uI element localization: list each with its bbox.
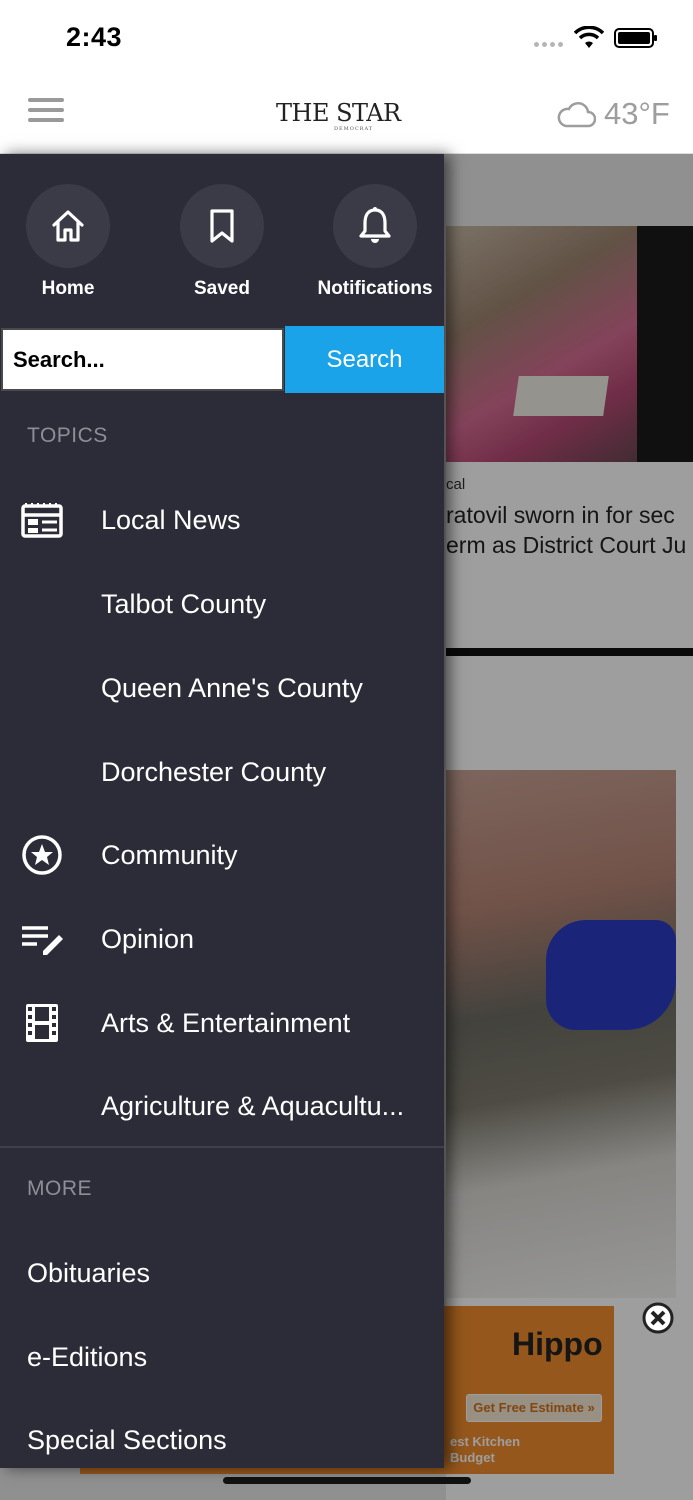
topic-agriculture-aquaculture[interactable]: Agriculture & Aquacultu... — [0, 1064, 444, 1148]
home-indicator[interactable] — [223, 1477, 471, 1484]
logo-subtitle: DEMOCRAT — [334, 126, 374, 132]
notifications-button[interactable]: Notifications — [305, 184, 444, 300]
more-heading: MORE — [27, 1177, 92, 1200]
weather-temp: 43°F — [604, 96, 670, 131]
more-obituaries[interactable]: Obituaries — [0, 1231, 444, 1315]
topic-label: Local News — [101, 504, 241, 535]
ad-close-icon[interactable] — [642, 1302, 674, 1334]
topic-dorchester-county[interactable]: Dorchester County — [0, 730, 444, 814]
more-label: Special Sections — [27, 1424, 227, 1455]
weather-widget[interactable]: 43°F — [556, 96, 670, 132]
navigation-drawer: Home Saved Notifications Search T — [0, 154, 444, 1468]
topic-opinion[interactable]: Opinion — [0, 897, 444, 981]
bookmark-icon — [210, 209, 234, 243]
logo-text: THE STAR — [276, 99, 401, 127]
more-label: Obituaries — [27, 1257, 151, 1288]
topic-arts-entertainment[interactable]: Arts & Entertainment — [0, 981, 444, 1065]
saved-label: Saved — [194, 278, 250, 299]
status-time: 2:43 — [66, 22, 123, 52]
topic-label: Talbot County — [101, 588, 267, 619]
hamburger-menu-icon[interactable] — [28, 98, 64, 124]
more-special-sections[interactable]: Special Sections — [0, 1398, 444, 1468]
topic-community[interactable]: Community — [0, 813, 444, 897]
battery-icon — [614, 28, 657, 48]
star-circle-icon — [20, 833, 64, 877]
newspaper-icon — [20, 498, 64, 542]
cloud-icon — [557, 102, 596, 128]
more-e-editions[interactable]: e-Editions — [0, 1315, 444, 1399]
topic-local-news[interactable]: Local News — [0, 478, 444, 562]
saved-button[interactable]: Saved — [152, 184, 292, 300]
signal-icon — [534, 42, 563, 47]
quick-links: Home Saved Notifications — [0, 154, 444, 326]
drawer-divider — [0, 1146, 444, 1148]
topic-label: Dorchester County — [101, 756, 327, 787]
topic-label: Arts & Entertainment — [101, 1007, 351, 1038]
topic-label: Community — [101, 839, 238, 870]
bell-icon — [359, 207, 391, 243]
topic-label: Opinion — [101, 923, 195, 954]
home-label: Home — [41, 278, 95, 299]
status-bar: 2:43 — [0, 0, 693, 76]
wifi-icon — [574, 26, 604, 48]
more-label: e-Editions — [27, 1341, 148, 1372]
search-input[interactable] — [1, 328, 284, 391]
topics-heading: TOPICS — [27, 424, 108, 447]
app-header: THE STAR DEMOCRAT 43°F — [0, 76, 693, 154]
home-icon — [52, 210, 84, 242]
search-button[interactable]: Search — [285, 326, 444, 393]
drawer-search: Search — [0, 326, 444, 393]
home-button[interactable]: Home — [0, 184, 138, 300]
topic-label: Queen Anne's County — [101, 672, 363, 703]
topic-label: Agriculture & Aquacultu... — [101, 1090, 405, 1121]
edit-note-icon — [20, 917, 64, 961]
film-icon — [20, 1001, 64, 1045]
notifications-label: Notifications — [317, 278, 433, 299]
topic-queen-annes-county[interactable]: Queen Anne's County — [0, 646, 444, 730]
logo[interactable]: THE STAR DEMOCRAT — [276, 94, 421, 134]
topic-talbot-county[interactable]: Talbot County — [0, 562, 444, 646]
